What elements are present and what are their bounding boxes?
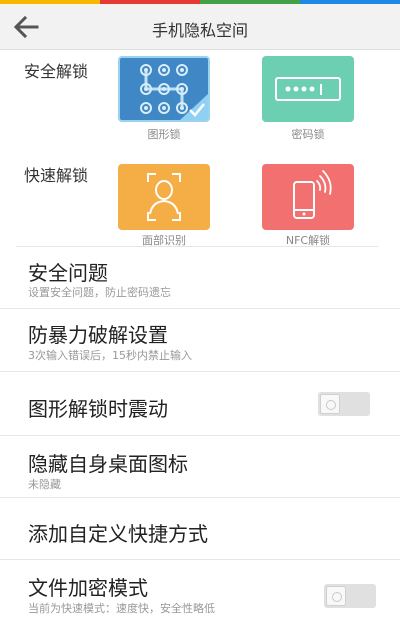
encryption-mode-toggle[interactable]	[324, 584, 376, 608]
toggle-knob	[326, 586, 346, 606]
add-shortcut-row[interactable]: 添加自定义快捷方式	[0, 498, 400, 560]
encryption-mode-subtitle: 当前为快速模式：速度快，安全性略低	[28, 602, 215, 615]
hide-icon-title: 隐藏自身桌面图标	[28, 452, 188, 476]
page-title: 手机隐私空间	[151, 21, 248, 40]
face-unlock-option[interactable]	[118, 164, 210, 230]
hide-icon-subtitle: 未隐藏	[28, 478, 61, 491]
pattern-lock-option[interactable]	[118, 56, 210, 122]
brute-force-title: 防暴力破解设置	[28, 323, 168, 347]
face-scan-icon	[147, 173, 181, 221]
toggle-knob	[320, 394, 340, 414]
pattern-vibrate-row[interactable]: 图形解锁时震动	[0, 372, 400, 436]
secure-unlock-label: 安全解锁	[24, 62, 89, 81]
app-header: 手机隐私空间	[0, 4, 400, 50]
security-question-title: 安全问题	[28, 261, 108, 285]
pattern-vibrate-title: 图形解锁时震动	[28, 397, 168, 421]
password-lock-label: 密码锁	[291, 128, 325, 141]
brute-force-subtitle: 3次输入错误后，15秒内禁止输入	[28, 349, 192, 362]
password-lock-option[interactable]	[262, 56, 354, 122]
security-question-subtitle: 设置安全问题，防止密码遗忘	[28, 286, 171, 299]
encryption-mode-title: 文件加密模式	[28, 576, 148, 600]
password-field-icon	[275, 77, 341, 101]
phone-nfc-icon	[293, 170, 332, 219]
nfc-unlock-option[interactable]	[262, 164, 354, 230]
settings-content: 安全解锁 图形锁 密码锁 快速解锁 面部识别 NFC解锁 安全问题 设置安全问题…	[0, 50, 400, 640]
pattern-lock-label: 图形锁	[147, 128, 181, 141]
hide-icon-row[interactable]: 隐藏自身桌面图标 未隐藏	[0, 436, 400, 498]
encryption-mode-row[interactable]: 文件加密模式 当前为快速模式：速度快，安全性略低	[0, 560, 400, 640]
pattern-grid-icon	[140, 64, 208, 120]
add-shortcut-title: 添加自定义快捷方式	[28, 522, 208, 546]
brute-force-row[interactable]: 防暴力破解设置 3次输入错误后，15秒内禁止输入	[0, 309, 400, 372]
pattern-vibrate-toggle[interactable]	[318, 392, 370, 416]
quick-unlock-label: 快速解锁	[24, 166, 89, 185]
security-question-row[interactable]: 安全问题 设置安全问题，防止密码遗忘	[0, 247, 400, 309]
